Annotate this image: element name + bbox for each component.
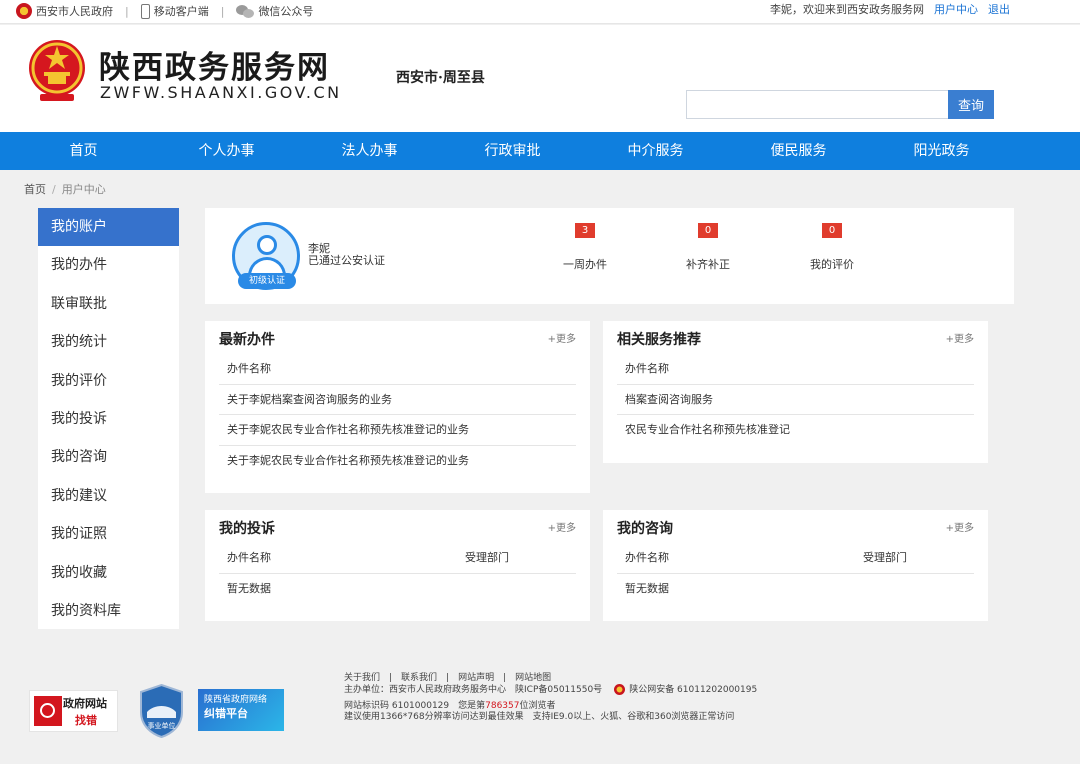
nav-item-transparency[interactable]: 阳光政务 bbox=[870, 132, 1013, 170]
main-nav: 首页 个人办事 法人办事 行政审批 中介服务 便民服务 阳光政务 bbox=[0, 132, 1080, 170]
count-badge: 3 bbox=[575, 223, 595, 238]
latest-cases-panel: 最新办件 +更多 办件名称 关于李妮档案查阅咨询服务的业务 关于李妮农民专业合作… bbox=[205, 321, 590, 493]
stat-label: 一周办件 bbox=[563, 258, 607, 271]
stat-label: 我的评价 bbox=[810, 258, 854, 271]
column-case-name: 办件名称 bbox=[227, 551, 271, 564]
stat-corrections[interactable]: 0 补齐补正 bbox=[668, 222, 748, 272]
breadcrumb-current: 用户中心 bbox=[61, 183, 106, 196]
public-institution-shield-icon[interactable]: 事业单位 bbox=[139, 684, 184, 738]
user-icon bbox=[257, 235, 277, 255]
police-badge-icon bbox=[614, 684, 626, 695]
footer-site-code: 网站标识码 6101000129 您是第786357位浏览者 bbox=[344, 701, 556, 711]
profile-card: 初级认证 李妮 已通过公安认证 3 一周办件 0 补齐补正 0 我的评价 bbox=[205, 208, 1014, 304]
visitor-count: 786357 bbox=[485, 701, 520, 711]
wechat-icon bbox=[236, 4, 255, 18]
phone-icon bbox=[140, 3, 150, 19]
sidebar-item-cases[interactable]: 我的办件 bbox=[38, 246, 179, 284]
table-header: 办件名称 受理部门 bbox=[219, 543, 576, 574]
table-header: 办件名称 bbox=[219, 354, 576, 385]
sidebar-item-account[interactable]: 我的账户 bbox=[38, 208, 179, 247]
nav-item-legal-entity[interactable]: 法人办事 bbox=[298, 132, 441, 170]
user-center-link[interactable]: 用户中心 bbox=[934, 1, 978, 17]
column-department: 受理部门 bbox=[465, 551, 509, 564]
logout-link[interactable]: 退出 bbox=[988, 1, 1010, 17]
panel-title: 最新办件 bbox=[219, 332, 275, 348]
gov-site-error-report[interactable]: 政府网站 找错 bbox=[29, 690, 118, 732]
footer-host: 主办单位：西安市人民政府政务服务中心 陕ICP备05011550号 陕公网安备 6… bbox=[344, 684, 758, 695]
sidebar-item-joint-review[interactable]: 联审联批 bbox=[38, 285, 179, 323]
national-emblem-icon[interactable] bbox=[26, 38, 88, 104]
breadcrumb-home[interactable]: 首页 bbox=[24, 183, 46, 196]
sidebar: 我的账户 我的办件 联审联批 我的统计 我的评价 我的投诉 我的咨询 我的建议 … bbox=[38, 208, 179, 629]
list-item[interactable]: 农民专业合作社名称预先核准登记 bbox=[617, 415, 974, 446]
stat-label: 补齐补正 bbox=[686, 258, 730, 271]
empty-message: 暂无数据 bbox=[625, 581, 669, 595]
sidebar-item-suggestions[interactable]: 我的建议 bbox=[38, 477, 179, 515]
nav-item-home[interactable]: 首页 bbox=[12, 132, 155, 170]
gov-link[interactable]: 西安市人民政府 bbox=[16, 3, 113, 19]
table-header: 办件名称 bbox=[617, 354, 974, 385]
sidebar-item-consultations[interactable]: 我的咨询 bbox=[38, 438, 179, 476]
search-input[interactable] bbox=[686, 90, 949, 119]
list-item[interactable]: 关于李妮农民专业合作社名称预先核准登记的业务 bbox=[219, 446, 576, 477]
stat-ratings[interactable]: 0 我的评价 bbox=[792, 222, 872, 272]
more-link[interactable]: +更多 bbox=[946, 519, 974, 534]
more-link[interactable]: +更多 bbox=[548, 330, 576, 345]
auth-status: 已通过公安认证 bbox=[308, 254, 385, 267]
count-badge: 0 bbox=[698, 223, 718, 238]
column-department: 受理部门 bbox=[863, 551, 907, 564]
top-bar: 西安市人民政府 | 移动客户端 | 微信公众号 李妮，欢迎来到西安政务服务网 用… bbox=[0, 0, 1080, 24]
panel-title: 我的咨询 bbox=[617, 521, 673, 537]
footer-browser-advice: 建议使用1366*768分辨率访问达到最佳效果 支持IE9.0以上、火狐、谷歌和… bbox=[344, 712, 735, 722]
error-correction-platform[interactable]: 陕西省政府网络 纠错平台 bbox=[198, 689, 284, 731]
complaints-panel: 我的投诉 +更多 办件名称 受理部门 暂无数据 bbox=[205, 510, 590, 621]
welcome-text: 李妮，欢迎来到西安政务服务网 bbox=[770, 3, 924, 16]
consultations-panel: 我的咨询 +更多 办件名称 受理部门 暂无数据 bbox=[603, 510, 988, 621]
magnifier-icon bbox=[34, 696, 62, 726]
sidebar-item-favorites[interactable]: 我的收藏 bbox=[38, 554, 179, 592]
list-item[interactable]: 档案查阅咨询服务 bbox=[617, 385, 974, 415]
footer-links[interactable]: 关于我们 | 联系我们 | 网站声明 | 网站地图 bbox=[344, 673, 551, 684]
list-item[interactable]: 关于李妮农民专业合作社名称预先核准登记的业务 bbox=[219, 415, 576, 446]
sidebar-item-certificates[interactable]: 我的证照 bbox=[38, 515, 179, 553]
column-case-name: 办件名称 bbox=[625, 551, 669, 564]
more-link[interactable]: +更多 bbox=[946, 330, 974, 345]
table-header: 办件名称 受理部门 bbox=[617, 543, 974, 574]
site-domain: ZWFW.SHAANXI.GOV.CN bbox=[100, 83, 342, 102]
nav-item-approval[interactable]: 行政审批 bbox=[441, 132, 584, 170]
mobile-client-link[interactable]: 移动客户端 bbox=[140, 3, 209, 19]
auth-level-badge: 初级认证 bbox=[238, 273, 296, 289]
breadcrumb: 首页 / 用户中心 bbox=[24, 183, 106, 196]
count-badge: 0 bbox=[822, 223, 842, 238]
panel-title: 相关服务推荐 bbox=[617, 332, 701, 348]
wechat-link[interactable]: 微信公众号 bbox=[236, 3, 313, 19]
sidebar-item-ratings[interactable]: 我的评价 bbox=[38, 362, 179, 400]
nav-item-convenience[interactable]: 便民服务 bbox=[727, 132, 870, 170]
more-link[interactable]: +更多 bbox=[548, 519, 576, 534]
site-name: 陕西政务服务网 bbox=[99, 50, 330, 86]
nav-item-personal[interactable]: 个人办事 bbox=[155, 132, 298, 170]
sidebar-item-complaints[interactable]: 我的投诉 bbox=[38, 400, 179, 438]
sidebar-item-statistics[interactable]: 我的统计 bbox=[38, 323, 179, 361]
nav-item-intermediary[interactable]: 中介服务 bbox=[584, 132, 727, 170]
region-label[interactable]: 西安市·周至县 bbox=[396, 67, 485, 87]
list-item[interactable]: 关于李妮档案查阅咨询服务的业务 bbox=[219, 385, 576, 415]
footer-police-record: 陕公网安备 61011202000195 bbox=[629, 685, 758, 695]
stat-weekly-cases[interactable]: 3 一周办件 bbox=[545, 222, 625, 272]
emblem-icon bbox=[16, 3, 32, 19]
empty-message: 暂无数据 bbox=[227, 581, 271, 595]
related-services-panel: 相关服务推荐 +更多 办件名称 档案查阅咨询服务 农民专业合作社名称预先核准登记 bbox=[603, 321, 988, 463]
svg-text:事业单位: 事业单位 bbox=[148, 721, 176, 730]
panel-title: 我的投诉 bbox=[219, 521, 275, 537]
search-button[interactable]: 查询 bbox=[948, 90, 994, 119]
sidebar-item-documents[interactable]: 我的资料库 bbox=[38, 592, 179, 630]
header: 陕西政务服务网 ZWFW.SHAANXI.GOV.CN 西安市·周至县 查询 bbox=[0, 25, 1080, 132]
